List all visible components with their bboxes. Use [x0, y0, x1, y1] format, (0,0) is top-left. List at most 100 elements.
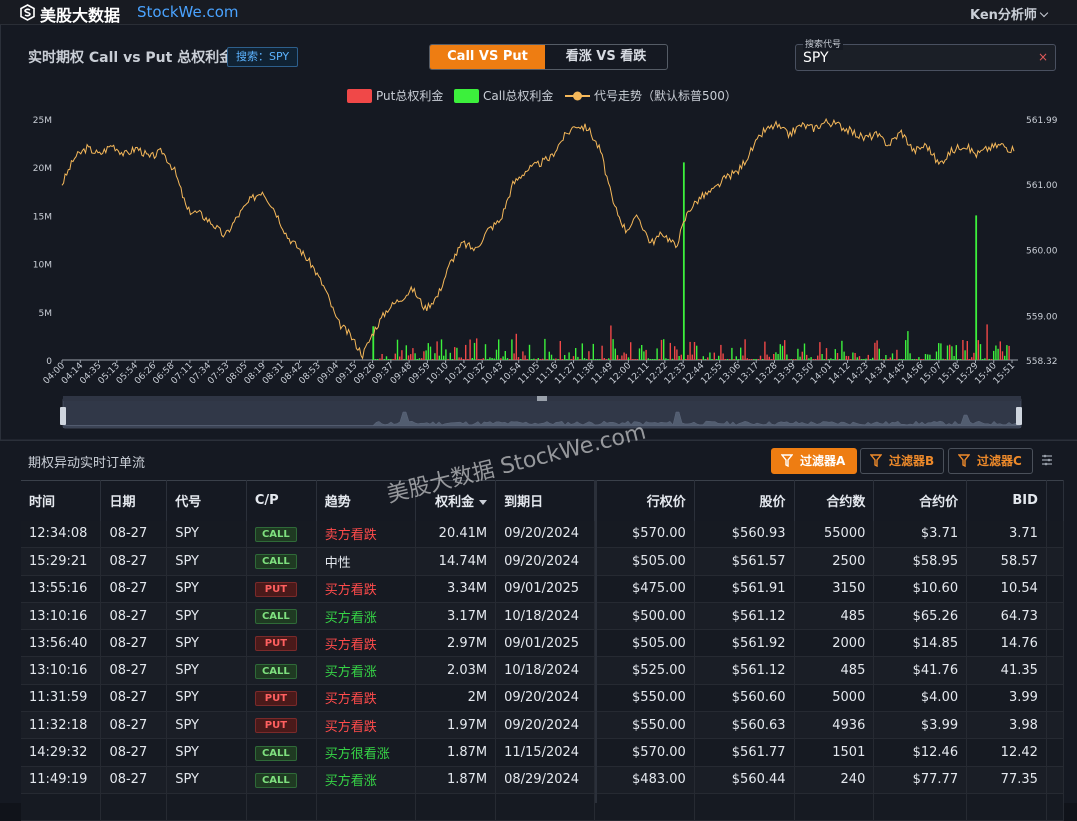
- call-bar[interactable]: [726, 359, 729, 360]
- zoom-slider-window[interactable]: [63, 398, 1021, 428]
- call-bar[interactable]: [568, 352, 570, 360]
- put-bar[interactable]: [570, 359, 572, 360]
- put-bar[interactable]: [625, 353, 627, 360]
- call-bar[interactable]: [832, 359, 834, 360]
- put-bar[interactable]: [883, 359, 885, 360]
- call-bar[interactable]: [434, 353, 436, 360]
- call-bar[interactable]: [487, 359, 489, 360]
- call-bar[interactable]: [810, 357, 812, 360]
- put-bar[interactable]: [845, 355, 847, 360]
- put-bar[interactable]: [836, 353, 839, 360]
- call-bar[interactable]: [753, 359, 755, 360]
- put-bar[interactable]: [698, 359, 700, 360]
- call-bar[interactable]: [957, 359, 960, 360]
- call-bar[interactable]: [737, 359, 740, 360]
- put-bar[interactable]: [482, 358, 484, 360]
- call-bar[interactable]: [414, 353, 416, 360]
- call-bar[interactable]: [429, 346, 432, 360]
- call-bar[interactable]: [861, 359, 863, 360]
- call-bar[interactable]: [984, 358, 986, 360]
- call-bar[interactable]: [911, 359, 913, 360]
- put-bar[interactable]: [966, 341, 968, 360]
- call-bar[interactable]: [839, 359, 841, 360]
- call-bar[interactable]: [731, 347, 733, 360]
- put-bar[interactable]: [658, 359, 660, 360]
- call-bar[interactable]: [520, 359, 522, 360]
- put-bar[interactable]: [773, 354, 775, 360]
- call-bar[interactable]: [641, 345, 643, 360]
- call-bar[interactable]: [548, 351, 550, 360]
- put-bar[interactable]: [724, 359, 726, 360]
- put-bar[interactable]: [968, 359, 971, 360]
- call-bar[interactable]: [702, 356, 704, 360]
- zoom-slider-grip[interactable]: [537, 396, 547, 401]
- call-bar[interactable]: [647, 358, 649, 360]
- call-bar[interactable]: [451, 359, 454, 360]
- call-bar[interactable]: [671, 358, 674, 360]
- put-bar[interactable]: [645, 349, 647, 360]
- col-contracts[interactable]: 合约数: [794, 480, 875, 521]
- put-bar[interactable]: [944, 359, 946, 360]
- call-bar[interactable]: [489, 357, 491, 360]
- col-contract-price[interactable]: 合约价: [873, 480, 968, 521]
- call-bar[interactable]: [913, 359, 916, 360]
- call-bar[interactable]: [1004, 355, 1006, 360]
- put-bar[interactable]: [766, 354, 768, 360]
- call-bar[interactable]: [905, 340, 907, 360]
- call-bar[interactable]: [416, 359, 418, 360]
- filter-c-button[interactable]: 过滤器C: [948, 448, 1033, 474]
- put-bar[interactable]: [572, 356, 575, 360]
- call-bar[interactable]: [979, 344, 982, 360]
- put-bar[interactable]: [676, 349, 678, 361]
- call-bar[interactable]: [711, 359, 713, 360]
- put-bar[interactable]: [751, 359, 753, 360]
- put-bar[interactable]: [806, 354, 808, 360]
- put-bar[interactable]: [825, 348, 828, 360]
- put-bar[interactable]: [922, 359, 924, 360]
- call-bar[interactable]: [425, 350, 427, 360]
- put-bar[interactable]: [526, 359, 528, 360]
- col-time[interactable]: 时间: [21, 480, 102, 521]
- table-row[interactable]: 13:10:16 08-27 SPY CALL 买方看涨 3.17M 10/18/2024 $…: [21, 602, 1065, 631]
- call-bar[interactable]: [537, 358, 539, 360]
- call-bar[interactable]: [775, 352, 777, 360]
- put-bar[interactable]: [854, 353, 856, 360]
- put-bar[interactable]: [720, 344, 722, 360]
- call-bar[interactable]: [828, 359, 830, 360]
- col-symbol[interactable]: 代号: [166, 480, 247, 521]
- call-bar[interactable]: [933, 359, 935, 360]
- put-bar[interactable]: [707, 357, 709, 360]
- call-bar[interactable]: [997, 348, 999, 360]
- put-bar[interactable]: [874, 342, 876, 360]
- put-bar[interactable]: [561, 359, 564, 360]
- call-bar[interactable]: [590, 359, 592, 360]
- call-bar[interactable]: [652, 359, 654, 360]
- put-bar[interactable]: [759, 355, 762, 360]
- col-bid[interactable]: BID: [966, 480, 1047, 521]
- call-bar[interactable]: [665, 358, 667, 360]
- call-bar[interactable]: [533, 358, 535, 360]
- call-bar[interactable]: [935, 351, 938, 361]
- call-bar[interactable]: [982, 359, 984, 360]
- put-bar[interactable]: [916, 359, 918, 360]
- call-bar[interactable]: [656, 348, 658, 360]
- call-bar[interactable]: [852, 352, 854, 361]
- put-bar[interactable]: [522, 351, 524, 360]
- call-bar[interactable]: [891, 353, 894, 360]
- call-bar[interactable]: [808, 358, 810, 360]
- put-bar[interactable]: [867, 354, 869, 360]
- call-bar[interactable]: [493, 358, 495, 361]
- call-bar[interactable]: [938, 343, 940, 360]
- call-bar[interactable]: [790, 359, 792, 360]
- call-bar[interactable]: [735, 356, 737, 360]
- table-row[interactable]: 12:34:08 08-27 SPY CALL 卖方看跌 20.41M 09/20/2024…: [21, 520, 1065, 549]
- put-bar[interactable]: [687, 354, 689, 360]
- table-row[interactable]: 13:56:40 08-27 SPY PUT 买方看跌 2.97M 09/01/2025 $5…: [21, 629, 1065, 658]
- call-bar[interactable]: [586, 359, 588, 360]
- call-bar[interactable]: [946, 345, 949, 361]
- call-bar[interactable]: [799, 356, 801, 360]
- call-bar[interactable]: [834, 349, 836, 360]
- put-bar[interactable]: [795, 359, 797, 360]
- put-bar[interactable]: [674, 346, 676, 360]
- call-bar[interactable]: [740, 347, 742, 360]
